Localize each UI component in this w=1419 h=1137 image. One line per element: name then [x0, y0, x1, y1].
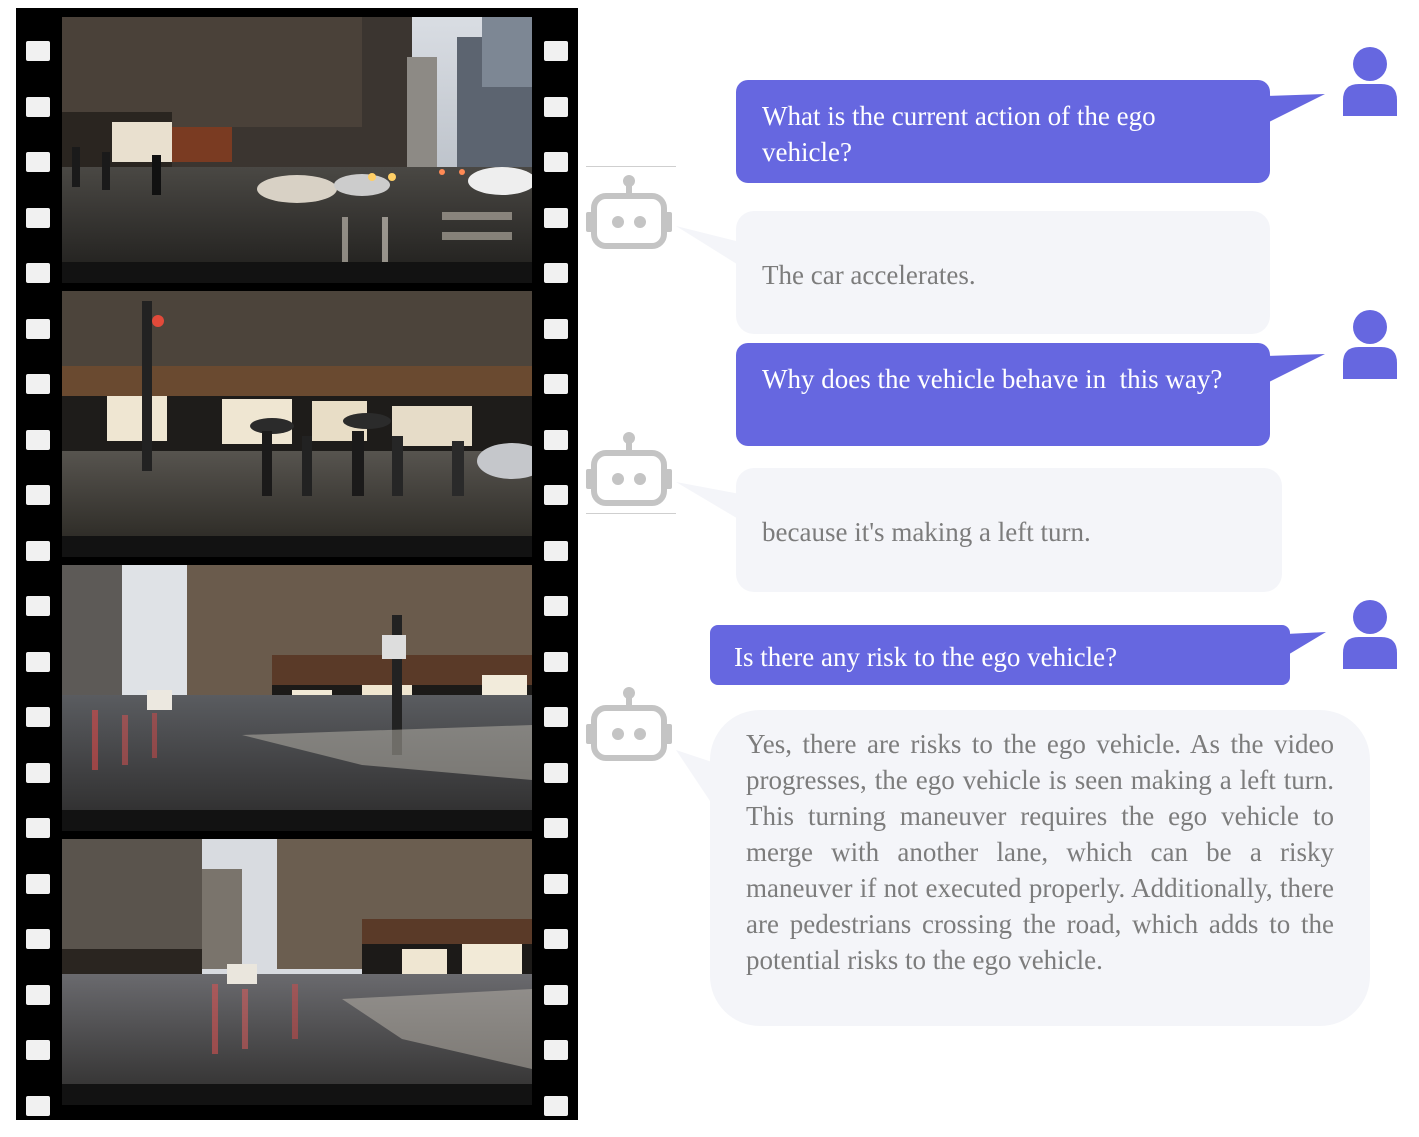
- film-perforation: [544, 41, 568, 61]
- answer-text-3: Yes, there are risks to the ego vehicle.…: [746, 729, 1334, 975]
- film-perforation: [544, 929, 568, 949]
- film-perforation: [544, 429, 568, 450]
- answer-bubble-3: Yes, there are risks to the ego vehicle.…: [710, 710, 1370, 1026]
- film-perforation: [26, 873, 50, 894]
- answer-bubble-tail: [676, 226, 740, 266]
- film-perforation: [26, 651, 50, 672]
- film-perforation: [26, 41, 50, 61]
- video-frame-2: [62, 291, 532, 557]
- film-perforation: [544, 873, 568, 894]
- film-perforation: [544, 762, 568, 783]
- question-bubble-tail: [1286, 632, 1326, 656]
- robot-icon: [586, 432, 672, 506]
- film-perforation: [26, 429, 50, 450]
- film-perforation: [26, 263, 50, 283]
- film-perforation: [26, 707, 50, 727]
- film-perforation: [26, 374, 50, 394]
- divider-line: [586, 166, 676, 167]
- film-perforation: [544, 374, 568, 394]
- film-perforation: [26, 540, 50, 561]
- film-perforations-right: [544, 8, 568, 1120]
- film-perforation: [544, 1040, 568, 1060]
- question-bubble-1: What is the current action of the ego ve…: [736, 80, 1270, 183]
- question-text-3: Is there any risk to the ego vehicle?: [734, 642, 1118, 672]
- film-perforation: [26, 818, 50, 838]
- film-perforation: [26, 1095, 50, 1116]
- film-perforation: [26, 1040, 50, 1060]
- film-perforation: [544, 152, 568, 172]
- answer-text-2: because it's making a left turn.: [762, 517, 1091, 547]
- film-perforation: [26, 96, 50, 117]
- film-perforation: [544, 1095, 568, 1116]
- film-perforation: [544, 318, 568, 339]
- user-icon: [1343, 600, 1397, 669]
- film-perforation: [26, 152, 50, 172]
- answer-bubble-1: The car accelerates.: [736, 211, 1270, 334]
- film-perforation: [544, 651, 568, 672]
- film-perforation: [544, 818, 568, 838]
- question-bubble-tail: [1265, 354, 1325, 384]
- answer-text-1: The car accelerates.: [762, 260, 976, 290]
- film-perforation: [544, 984, 568, 1005]
- film-perforation: [544, 207, 568, 228]
- video-frame-1: [62, 17, 532, 283]
- film-perforation: [26, 929, 50, 949]
- video-frame-3: [62, 565, 532, 831]
- film-perforation: [26, 984, 50, 1005]
- answer-bubble-2: because it's making a left turn.: [736, 468, 1282, 592]
- answer-bubble-tail: [676, 482, 740, 520]
- question-bubble-tail: [1265, 94, 1325, 124]
- question-bubble-2: Why does the vehicle behave in this way?: [736, 343, 1270, 446]
- film-perforation: [26, 485, 50, 505]
- film-perforation: [544, 96, 568, 117]
- divider-line: [586, 513, 676, 514]
- video-frame-4: [62, 839, 532, 1105]
- film-perforation: [544, 263, 568, 283]
- robot-icon: [586, 175, 672, 249]
- question-bubble-3: Is there any risk to the ego vehicle?: [710, 625, 1290, 685]
- question-text-1: What is the current action of the ego ve…: [762, 101, 1156, 167]
- film-perforation: [544, 596, 568, 616]
- film-perforation: [544, 485, 568, 505]
- user-icon: [1343, 47, 1397, 116]
- film-perforation: [544, 540, 568, 561]
- film-strip: [16, 8, 578, 1120]
- question-text-2: Why does the vehicle behave in this way?: [762, 364, 1223, 394]
- film-perforation: [26, 596, 50, 616]
- robot-icon: [586, 687, 672, 761]
- film-perforation: [26, 207, 50, 228]
- user-icon: [1343, 310, 1397, 379]
- film-perforation: [26, 318, 50, 339]
- film-perforations-left: [26, 8, 50, 1120]
- film-perforation: [544, 707, 568, 727]
- film-perforation: [26, 762, 50, 783]
